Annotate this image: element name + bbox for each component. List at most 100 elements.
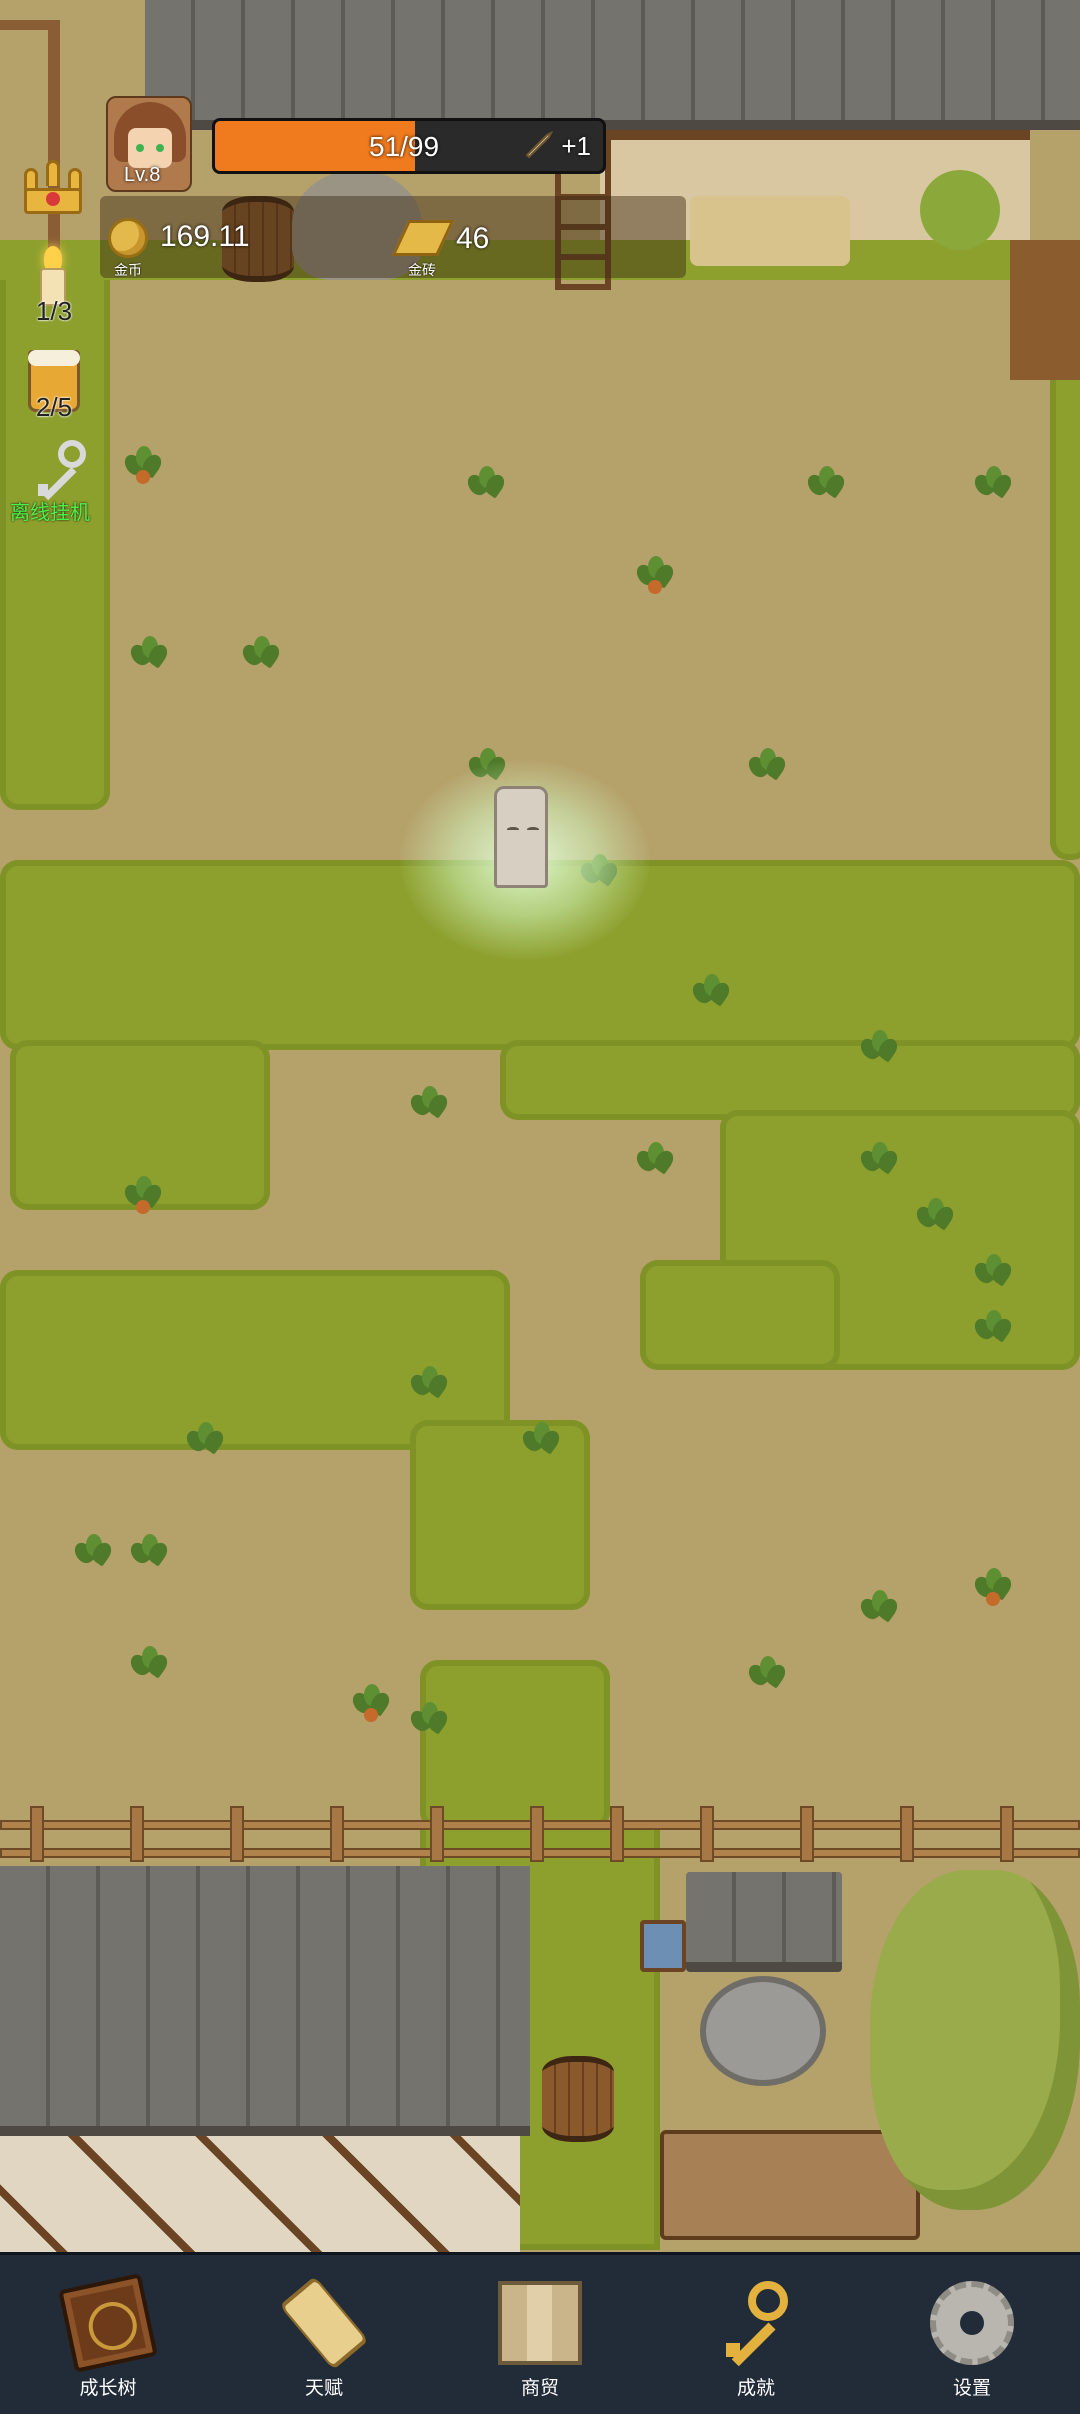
- avatar-face: [128, 128, 172, 168]
- crown-button[interactable]: [18, 160, 88, 224]
- bottom-nav: 成长树 天赋 商贸 成就 设置: [0, 2252, 1080, 2414]
- house-wall-bottom: [0, 2136, 520, 2252]
- sprout-plant[interactable]: [519, 1422, 563, 1458]
- grass-patch: [410, 1420, 590, 1610]
- sprout-plant[interactable]: [745, 1656, 789, 1692]
- sprout-plant[interactable]: [971, 1254, 1015, 1290]
- wooden-cart: [660, 2130, 920, 2240]
- candle-button[interactable]: 1/3: [14, 246, 94, 330]
- gear-icon: [930, 2281, 1014, 2365]
- house-roof-bottom: [0, 1866, 530, 2136]
- game-world[interactable]: [0, 0, 1080, 2252]
- fence-post: [610, 1806, 624, 1862]
- scroll-icon: [279, 2275, 369, 2371]
- nav-trade[interactable]: 商贸: [432, 2255, 648, 2414]
- nav-label: 商贸: [520, 2378, 559, 2399]
- carrot-plant[interactable]: [121, 1176, 165, 1214]
- auto-idle-button[interactable]: 离线挂机: [10, 436, 90, 526]
- sprout-plant[interactable]: [71, 1534, 115, 1570]
- nav-achievements[interactable]: 成就: [648, 2255, 864, 2414]
- sprout-plant[interactable]: [127, 1534, 171, 1570]
- sprout-plant[interactable]: [857, 1030, 901, 1066]
- sprout-plant[interactable]: [407, 1086, 451, 1122]
- grass-patch: [420, 1660, 610, 1830]
- gold-brick-label: 金砖: [408, 262, 436, 278]
- nav-label: 设置: [952, 2378, 991, 2399]
- house-roof-top: [145, 0, 1080, 130]
- xp-bonus: +1: [561, 131, 591, 161]
- carrot-plant[interactable]: [971, 1568, 1015, 1606]
- candle-count: 1/3: [35, 296, 73, 326]
- sprout-plant[interactable]: [804, 466, 848, 502]
- nav-label: 成长树: [79, 2378, 137, 2399]
- carrot-plant[interactable]: [349, 1684, 393, 1722]
- fence-post: [530, 1806, 544, 1862]
- sprout-plant[interactable]: [239, 636, 283, 672]
- gold-brick-value: 46: [456, 222, 490, 255]
- nav-label: 成就: [736, 2378, 775, 2399]
- grass-patch: [0, 260, 110, 810]
- grass-patch: [1050, 300, 1080, 860]
- beer-button[interactable]: 2/5: [14, 350, 94, 430]
- coin-label: 金币: [114, 262, 142, 278]
- character-eye: [507, 827, 519, 832]
- grass-patch: [500, 1040, 1080, 1120]
- well-roof: [686, 1872, 842, 1972]
- sprout-plant[interactable]: [407, 1366, 451, 1402]
- water-bucket: [640, 1920, 686, 1972]
- barrel: [542, 2056, 614, 2142]
- bush: [920, 170, 1000, 250]
- hay-bales: [690, 196, 850, 266]
- key-ring: [58, 440, 86, 468]
- fence-post: [430, 1806, 444, 1862]
- sprout-plant[interactable]: [183, 1422, 227, 1458]
- map-icon: [498, 2281, 582, 2365]
- book-icon: [58, 2273, 158, 2373]
- quill-icon: [525, 130, 553, 159]
- key-tooth: [726, 2343, 740, 2357]
- carrot-plant[interactable]: [121, 446, 165, 484]
- sprout-plant[interactable]: [127, 1646, 171, 1682]
- sprout-plant[interactable]: [633, 1142, 677, 1178]
- fence-post: [230, 1806, 244, 1862]
- key-icon: [28, 436, 92, 501]
- sprout-plant[interactable]: [745, 748, 789, 784]
- sprout-plant[interactable]: [407, 1702, 451, 1738]
- player-character[interactable]: [494, 786, 548, 888]
- sprout-plant[interactable]: [971, 466, 1015, 502]
- avatar-eye: [156, 144, 164, 152]
- sprout-plant[interactable]: [689, 974, 733, 1010]
- sprout-plant[interactable]: [971, 1310, 1015, 1346]
- key-ring: [748, 2281, 788, 2321]
- auto-idle-label: 离线挂机: [10, 502, 90, 524]
- nav-growth-tree[interactable]: 成长树: [0, 2255, 216, 2414]
- sprout-plant[interactable]: [127, 636, 171, 672]
- sprout-plant[interactable]: [913, 1198, 957, 1234]
- nav-talent[interactable]: 天赋: [216, 2255, 432, 2414]
- fence-post: [330, 1806, 344, 1862]
- tree: [870, 1870, 1080, 2210]
- sprout-plant[interactable]: [464, 466, 508, 502]
- carrot-plant[interactable]: [633, 556, 677, 594]
- fence-post: [1000, 1806, 1014, 1862]
- golden-key-icon: [714, 2281, 798, 2367]
- gold-coin-icon: [108, 218, 148, 258]
- key-tooth: [38, 484, 48, 496]
- nav-label: 天赋: [304, 2378, 343, 2399]
- fence-post: [700, 1806, 714, 1862]
- crown-gem: [46, 192, 60, 206]
- beer-count: 2/5: [35, 392, 73, 422]
- sprout-plant[interactable]: [857, 1590, 901, 1626]
- grass-patch: [640, 1260, 840, 1370]
- fence-post: [900, 1806, 914, 1862]
- avatar-eye: [136, 144, 144, 152]
- fence-post: [800, 1806, 814, 1862]
- xp-bar: 51/99 +1: [212, 118, 606, 174]
- coin-value: 169.11: [160, 220, 250, 253]
- fence-post: [130, 1806, 144, 1862]
- beer-foam: [28, 350, 80, 366]
- well-stone: [700, 1976, 826, 2086]
- nav-settings[interactable]: 设置: [864, 2255, 1080, 2414]
- sprout-plant[interactable]: [857, 1142, 901, 1178]
- crown-spike: [46, 160, 60, 186]
